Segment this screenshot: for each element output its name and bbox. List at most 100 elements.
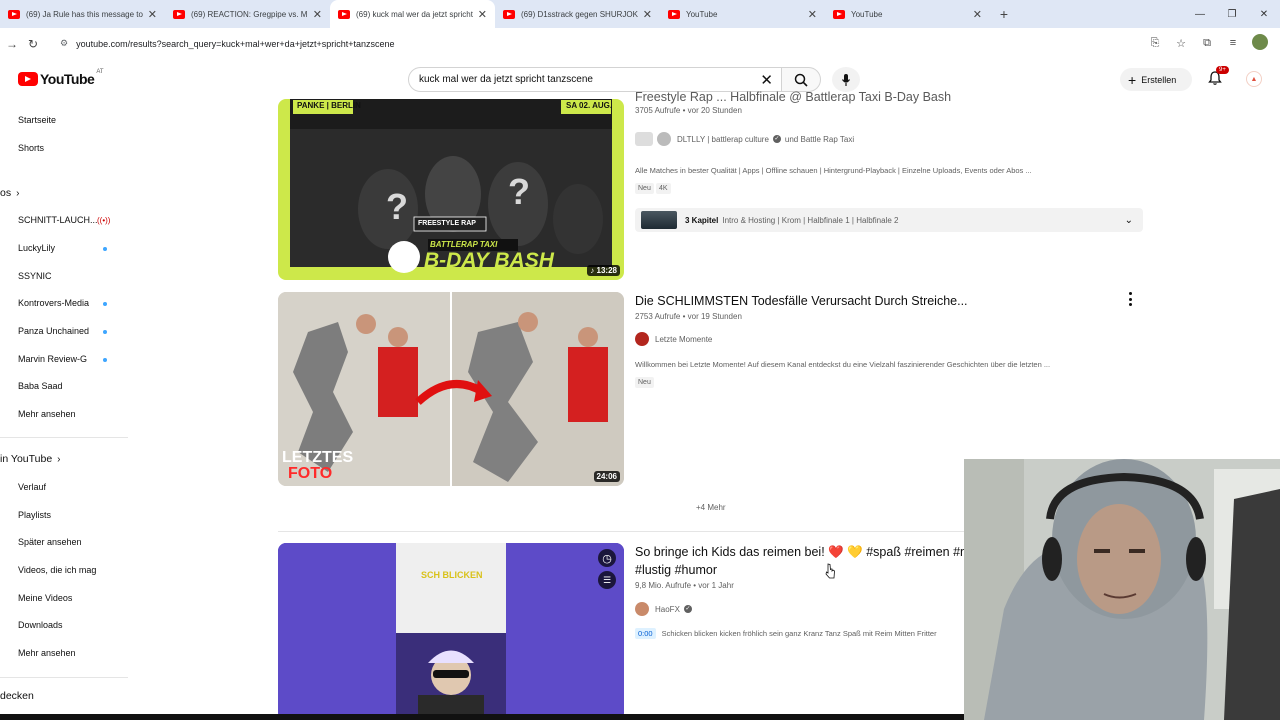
close-icon[interactable]: ✕ <box>808 8 817 21</box>
tab-title: YouTube <box>686 9 718 19</box>
video-thumbnail[interactable]: ? ? PANKE | BERLIN SA 02. AUG. FREESTYLE… <box>278 99 624 280</box>
video-thumbnail[interactable]: LETZTES FOTO 24:06 <box>278 292 624 486</box>
tab-title: (69) REACTION: Gregpipe vs. M <box>191 9 308 19</box>
video-title[interactable]: So bringe ich Kids das reimen bei! ❤️ 💛 … <box>635 545 970 560</box>
video-title[interactable]: Die SCHLIMMSTEN Todesfälle Verursacht Du… <box>635 294 968 308</box>
tab-title: (69) kuck mal wer da jetzt spricht <box>356 9 473 19</box>
sidebar-divider <box>0 677 128 678</box>
sidebar-show-more[interactable]: Mehr ansehen <box>18 409 76 419</box>
channel-row[interactable]: HaoFX ✓ <box>635 602 696 616</box>
chevron-down-icon[interactable]: ⌄ <box>1125 215 1133 226</box>
svg-text:?: ? <box>386 186 408 227</box>
you-heading[interactable]: in YouTube › <box>0 453 61 465</box>
bookmark-star-icon[interactable]: ☆ <box>1174 34 1188 52</box>
chapters-bar[interactable]: 3 Kapitel Intro & Hosting | Krom | Halbf… <box>635 208 1143 232</box>
explore-heading: decken <box>0 690 34 702</box>
channel-avatar <box>635 332 649 346</box>
sidebar-item-downloads[interactable]: Downloads <box>18 620 63 630</box>
sidebar-item-my-videos[interactable]: Meine Videos <box>18 593 72 603</box>
account-avatar[interactable]: ▲ <box>1246 71 1262 87</box>
close-icon[interactable]: ✕ <box>643 8 652 21</box>
video-duration: ♪ 13:28 <box>587 265 620 276</box>
badge-new: Neu <box>635 377 654 388</box>
close-icon[interactable]: ✕ <box>313 8 322 21</box>
install-icon[interactable]: ⎘ <box>1148 34 1162 52</box>
more-actions-icon[interactable] <box>1127 292 1133 306</box>
taskbar-strip <box>0 714 964 720</box>
thumb-date: SA 02. AUG. <box>566 101 613 110</box>
badge-new: Neu <box>635 183 654 194</box>
timestamp-chip[interactable]: 0:00 <box>635 628 656 639</box>
sidebar-item-shorts[interactable]: Shorts <box>18 143 44 153</box>
notifications-button[interactable]: 9+ <box>1207 66 1229 88</box>
thumb-taxi: BATTLERAP TAXI <box>430 240 498 249</box>
subscriptions-heading[interactable]: os › <box>0 187 19 199</box>
sidebar-subscription[interactable]: Panza Unchained <box>18 326 89 336</box>
create-button[interactable]: + Erstellen <box>1120 68 1192 91</box>
voice-search-button[interactable] <box>832 67 860 92</box>
extensions-icon[interactable]: ⧉ <box>1200 34 1214 52</box>
sidebar-subscription[interactable]: LuckyLily <box>18 243 55 253</box>
show-more-results-link[interactable]: +4 Mehr <box>696 503 726 512</box>
add-to-queue-icon[interactable]: ☰ <box>598 571 616 589</box>
reload-icon[interactable]: ↻ <box>21 32 45 56</box>
sidebar-item-playlists[interactable]: Playlists <box>18 510 51 520</box>
channel-name: HaoFX <box>655 604 680 614</box>
thumb-text: SCH BLICKEN <box>421 570 483 580</box>
browser-tab[interactable]: (69) D1sstrack gegen SHURJOK ✕ <box>495 0 660 28</box>
plus-icon: + <box>1128 71 1137 88</box>
video-thumbnail[interactable]: SCH BLICKEN ◷ ☰ <box>278 543 624 720</box>
sidebar-item-watch-later[interactable]: Später ansehen <box>18 537 82 547</box>
search-button[interactable] <box>781 67 821 92</box>
video-title-line2[interactable]: #lustig #humor <box>635 563 717 577</box>
sidebar-subscription[interactable]: Marvin Review-G <box>18 354 87 364</box>
chapters-count: 3 Kapitel <box>685 215 719 225</box>
notification-badge: 9+ <box>1216 66 1229 74</box>
tab-title: (69) D1sstrack gegen SHURJOK <box>521 9 638 19</box>
watch-later-icon[interactable]: ◷ <box>598 549 616 567</box>
video-meta: 2753 Aufrufe • vor 19 Stunden <box>635 312 742 321</box>
sidebar-subscription[interactable]: SCHNITT-LAUCH... <box>18 215 98 225</box>
video-title[interactable]: Freestyle Rap ... Halbfinale @ Battlerap… <box>635 90 951 104</box>
close-icon[interactable]: ✕ <box>148 8 157 21</box>
browser-tab[interactable]: (69) Ja Rule has this message to ✕ <box>0 0 165 28</box>
duration-value: 13:28 <box>596 266 617 275</box>
thumb-location: PANKE | BERLIN <box>297 101 361 110</box>
sidebar-item-liked-videos[interactable]: Videos, die ich mag <box>18 565 96 575</box>
restore-icon[interactable]: ❐ <box>1216 0 1248 28</box>
sidebar-divider <box>0 437 128 438</box>
video-meta: 3705 Aufrufe • vor 20 Stunden <box>635 106 742 115</box>
live-icon: ((•)) <box>97 216 111 225</box>
clear-search-icon[interactable]: ✕ <box>760 71 773 89</box>
sidebar-subscription[interactable]: Baba Saad <box>18 381 63 391</box>
minimize-icon[interactable]: — <box>1184 0 1216 28</box>
sidebar-item-home[interactable]: Startseite <box>18 115 56 125</box>
close-icon[interactable]: ✕ <box>478 8 487 21</box>
sidebar-subscription[interactable]: Kontrovers-Media <box>18 298 89 308</box>
channel-row[interactable]: Letzte Momente <box>635 332 712 346</box>
new-tab-icon[interactable]: + <box>990 0 1018 28</box>
close-window-icon[interactable]: ✕ <box>1248 0 1280 28</box>
url-field[interactable]: ⚙ youtube.com/results?search_query=kuck+… <box>50 32 1160 55</box>
upload-age: vor 19 Stunden <box>687 312 742 321</box>
site-info-icon[interactable]: ⚙ <box>60 38 68 49</box>
microphone-icon <box>842 73 850 86</box>
view-count: 2753 Aufrufe <box>635 312 681 321</box>
browser-tab[interactable]: YouTube ✕ <box>660 0 825 28</box>
browser-tab[interactable]: (69) REACTION: Gregpipe vs. M ✕ <box>165 0 330 28</box>
sidebar-subscription[interactable]: SSYNIC <box>18 271 52 281</box>
browser-tab-active[interactable]: (69) kuck mal wer da jetzt spricht ✕ <box>330 0 495 28</box>
channel-row[interactable]: DLTLLY | battlerap culture ✓ und Battle … <box>635 132 854 146</box>
thumb-line1: LETZTES <box>282 449 354 466</box>
sidebar-show-more[interactable]: Mehr ansehen <box>18 648 76 658</box>
browser-tab[interactable]: YouTube ✕ <box>825 0 990 28</box>
profile-avatar[interactable] <box>1252 34 1268 50</box>
new-content-dot <box>103 247 107 251</box>
sidebar-item-history[interactable]: Verlauf <box>18 482 46 492</box>
search-input[interactable]: kuck mal wer da jetzt spricht tanzscene … <box>408 67 782 92</box>
close-icon[interactable]: ✕ <box>973 8 982 21</box>
chevron-right-icon: › <box>57 454 61 465</box>
media-control-icon[interactable]: ≡ <box>1226 34 1240 52</box>
svg-text:?: ? <box>508 171 530 212</box>
youtube-logo[interactable]: YouTube AT <box>18 69 104 87</box>
